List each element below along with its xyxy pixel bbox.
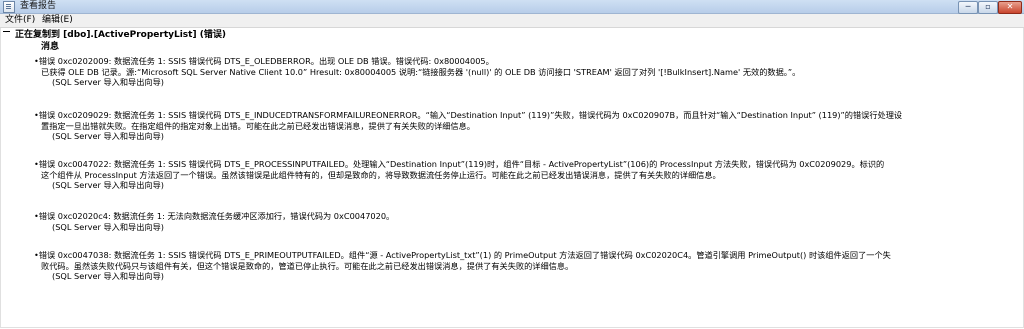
report-content[interactable]: 正在复制到 [dbo].[ActivePropertyList] (错误) 消息… (0, 28, 1024, 328)
error-line: •错误 0xc0209029: 数据流任务 1: SSIS 错误代码 DTS_E… (34, 110, 903, 120)
menu-file[interactable]: 文件(F) (5, 14, 35, 27)
error-item: •错误 0xc02020c4: 数据流任务 1: 无法向数据流任务缓冲区添加行，… (34, 211, 1019, 232)
error-item: •错误 0xc0202009: 数据流任务 1: SSIS 错误代码 DTS_E… (34, 56, 1019, 88)
report-icon (3, 1, 15, 13)
error-line: 这个组件从 ProcessInput 方法返回了一个错误。虽然该错误是此组件特有… (41, 169, 721, 180)
error-line: •错误 0xc0047038: 数据流任务 1: SSIS 错误代码 DTS_E… (34, 250, 891, 260)
error-source: (SQL Server 导入和导出向导) (52, 77, 164, 87)
close-button[interactable]: ✕ (998, 1, 1022, 14)
menu-bar: 文件(F) 编辑(E) (0, 14, 1024, 28)
collapse-icon[interactable] (3, 31, 10, 32)
error-line: 置指定一旦出错就失败。在指定组件的指定对象上出错。可能在此之前已经发出错误消息，… (41, 120, 475, 131)
section-title: 正在复制到 [dbo].[ActivePropertyList] (错误) (15, 30, 226, 40)
error-line: •错误 0xc02020c4: 数据流任务 1: 无法向数据流任务缓冲区添加行，… (34, 211, 395, 221)
window-title: 查看报告 (20, 1, 57, 11)
error-source: (SQL Server 导入和导出向导) (52, 221, 164, 232)
error-line: 已获得 OLE DB 记录。源:“Microsoft SQL Server Na… (41, 66, 801, 77)
error-line: •错误 0xc0047022: 数据流任务 1: SSIS 错误代码 DTS_E… (34, 159, 885, 169)
error-source: (SQL Server 导入和导出向导) (52, 180, 164, 190)
error-source: (SQL Server 导入和导出向导) (52, 271, 164, 281)
menu-edit[interactable]: 编辑(E) (42, 14, 73, 27)
error-item: •错误 0xc0047022: 数据流任务 1: SSIS 错误代码 DTS_E… (34, 159, 1019, 191)
error-line: •错误 0xc0202009: 数据流任务 1: SSIS 错误代码 DTS_E… (34, 56, 494, 66)
error-line: 败代码。虽然该失败代码只与该组件有关，但这个错误是致命的，管道已停止执行。可能在… (41, 260, 574, 271)
error-source: (SQL Server 导入和导出向导) (52, 131, 164, 141)
messages-heading: 消息 (41, 42, 60, 52)
maximize-button[interactable]: ▫ (978, 1, 998, 14)
title-bar: 查看报告 ─ ▫ ✕ (0, 0, 1024, 14)
minimize-button[interactable]: ─ (958, 1, 978, 14)
error-item: •错误 0xc0209029: 数据流任务 1: SSIS 错误代码 DTS_E… (34, 110, 1019, 142)
error-item: •错误 0xc0047038: 数据流任务 1: SSIS 错误代码 DTS_E… (34, 250, 1019, 282)
